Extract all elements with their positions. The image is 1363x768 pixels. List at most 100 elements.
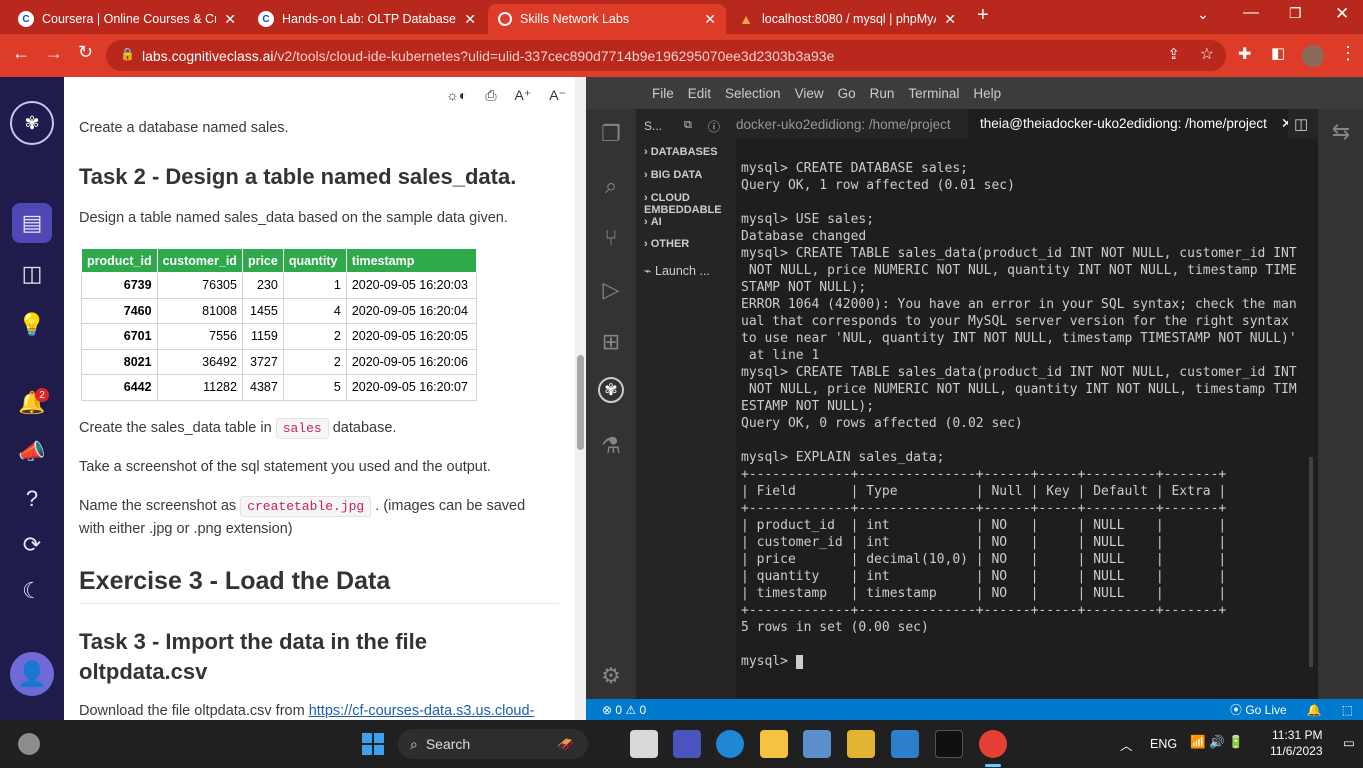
extensions-icon[interactable]: ⊞ (596, 327, 626, 357)
task-view-icon[interactable] (630, 730, 658, 758)
terminal-output[interactable]: mysql> CREATE DATABASE sales; Query OK, 1… (741, 160, 1311, 670)
extensions-icon[interactable]: ✚ (1238, 44, 1251, 64)
terminal-line: STAMP NOT NULL); (741, 280, 867, 295)
more-menu-icon[interactable]: ⋮ (1339, 43, 1357, 64)
forward-arrow-icon[interactable]: → (45, 43, 63, 64)
megaphone-icon[interactable]: 📣 (12, 432, 52, 472)
source-control-icon[interactable]: ⑂ (596, 223, 626, 253)
restore-window-icon[interactable]: ❐ (1289, 5, 1302, 22)
outline-icon[interactable]: ⇆ (1326, 117, 1356, 147)
minimize-window-icon[interactable]: — (1243, 4, 1259, 22)
category-other[interactable]: › OTHER (644, 238, 689, 250)
menu-selection[interactable]: Selection (718, 86, 788, 101)
doc-scrollbar-thumb[interactable] (577, 355, 584, 450)
settings-gear-icon[interactable]: ⚙ (596, 661, 626, 691)
theme-toggle-icon[interactable]: ☼◐ (446, 87, 467, 103)
taskbar-search-box[interactable]: ⌕ Search 🛷 (398, 729, 588, 759)
language-indicator[interactable]: ENG (1150, 737, 1177, 751)
close-tab-icon[interactable]: ✕ (704, 11, 716, 28)
clock[interactable]: 11:31 PM 11/6/2023 (1270, 727, 1323, 759)
close-tab-icon[interactable]: ✕ (224, 11, 236, 28)
close-terminal-tab-icon[interactable]: ✕ (1281, 115, 1288, 132)
browser-tab-phpmyadmin[interactable]: ▲ localhost:8080 / mysql | phpMyA ✕ (728, 4, 966, 34)
explorer-icon[interactable]: ❐ (596, 119, 626, 149)
start-windows-icon[interactable] (362, 733, 384, 755)
terminal-prompt-line[interactable]: mysql> (741, 653, 1311, 670)
menu-run[interactable]: Run (863, 86, 902, 101)
menu-file[interactable]: File (645, 86, 681, 101)
side-panel-icon[interactable]: ◧ (1271, 44, 1285, 62)
notifications-icon[interactable]: ▭ (1343, 735, 1355, 750)
exercise3-heading: Exercise 3 - Load the Data (79, 567, 391, 595)
file-explorer-icon[interactable] (760, 730, 788, 758)
tab-search-icon[interactable]: ⌄ (1197, 6, 1209, 23)
search-icon[interactable]: ⌕ (596, 171, 626, 201)
terminal-tab-inactive[interactable]: docker-uko2edidiong: /home/project (736, 109, 966, 139)
menu-help[interactable]: Help (966, 86, 1008, 101)
browser-tab-hands-on-lab[interactable]: C Hands-on Lab: OLTP Database | C ✕ (248, 4, 486, 34)
category-cloud-embeddable[interactable]: › CLOUD EMBEDDABLE › AI (644, 192, 722, 228)
notifications-bell-icon[interactable]: 🔔 (1307, 703, 1322, 717)
collapse-all-icon[interactable]: ⧉ (684, 119, 692, 132)
tray-overflow-icon[interactable]: ︿ (1120, 735, 1133, 754)
menu-go[interactable]: Go (831, 86, 863, 101)
performance-monitor-icon[interactable] (803, 730, 831, 758)
table-cell: 2 (282, 323, 347, 350)
launch-item[interactable]: ⌁ Launch ... (644, 263, 710, 278)
dark-mode-moon-icon[interactable]: ☾ (12, 571, 52, 611)
lightbulb-icon[interactable]: 💡 (12, 305, 52, 345)
refresh-icon[interactable]: ⟳ (12, 525, 52, 565)
browser-tab-skills-network[interactable]: Skills Network Labs ✕ (488, 4, 726, 34)
table-cell: 81008 (156, 297, 243, 324)
vscode-icon[interactable] (891, 730, 919, 758)
notification-badge: 2 (35, 388, 49, 402)
menu-view[interactable]: View (788, 86, 831, 101)
run-debug-icon[interactable]: ▷ (596, 275, 626, 305)
browser-tab-coursera[interactable]: C Coursera | Online Courses & Cre ✕ (8, 4, 246, 34)
back-arrow-icon[interactable]: ← (12, 43, 30, 64)
terminal-scrollbar[interactable] (1309, 457, 1313, 667)
weather-icon[interactable] (18, 733, 40, 755)
ide-status-bar: ⊗ 0 ⚠ 0 ⦿ Go Live 🔔 ⬚ (586, 699, 1363, 720)
split-editor-icon[interactable]: ◫ (1294, 115, 1308, 133)
edge-icon[interactable] (716, 730, 744, 758)
info-icon[interactable]: ⓘ (708, 118, 720, 135)
profile-avatar[interactable] (1302, 45, 1324, 67)
chat-icon[interactable]: ◫ (12, 254, 52, 294)
menu-edit[interactable]: Edit (681, 86, 718, 101)
doc-scrollbar[interactable] (575, 77, 586, 720)
go-live-button[interactable]: ⦿ Go Live (1230, 701, 1287, 718)
font-decrease-button[interactable]: A⁻ (549, 87, 566, 104)
font-increase-button[interactable]: A⁺ (515, 87, 532, 104)
column-header: product_id (81, 248, 158, 273)
category-databases[interactable]: › DATABASES (644, 146, 718, 158)
new-tab-button[interactable]: + (977, 4, 989, 27)
menu-terminal[interactable]: Terminal (901, 86, 966, 101)
close-tab-icon[interactable]: ✕ (464, 11, 476, 28)
instructions-icon[interactable]: ▤ (12, 203, 52, 243)
problems-status[interactable]: ⊗ 0 ⚠ 0 (602, 703, 646, 717)
download-link[interactable]: https://cf-courses-data.s3.us.cloud- (309, 703, 535, 719)
skills-network-toolbox-icon[interactable]: ✾ (598, 377, 624, 403)
table-cell: 230 (241, 272, 284, 299)
share-icon[interactable]: ⇪ (1167, 45, 1180, 63)
user-avatar-icon[interactable]: 👤 (10, 652, 54, 696)
terminal-tab-active[interactable]: theia@theiadocker-uko2edidiong: /home/pr… (968, 109, 1288, 139)
reload-icon[interactable]: ↻ (78, 42, 93, 63)
url-field[interactable]: 🔒 labs.cognitiveclass.ai/v2/tools/cloud-… (106, 40, 1226, 71)
network-volume-battery-icons[interactable]: 📶 🔊 🔋 (1190, 735, 1244, 750)
terminal-line: mysql> EXPLAIN sales_data; (741, 450, 945, 465)
terminal-app-icon[interactable] (935, 730, 963, 758)
status-expand-icon[interactable]: ⬚ (1342, 703, 1353, 717)
print-icon[interactable]: ⎙ (485, 87, 496, 104)
bookmark-star-icon[interactable]: ☆ (1200, 44, 1214, 64)
help-icon[interactable]: ? (12, 479, 52, 519)
test-flask-icon[interactable]: ⚗ (596, 431, 626, 461)
chrome-icon[interactable] (979, 730, 1007, 758)
category-big-data[interactable]: › BIG DATA (644, 169, 702, 181)
app-diamond-icon[interactable] (847, 730, 875, 758)
close-tab-icon[interactable]: ✕ (944, 11, 956, 28)
close-window-icon[interactable]: ✕ (1335, 4, 1349, 24)
teams-icon[interactable] (673, 730, 701, 758)
coursera-icon: C (18, 11, 34, 27)
